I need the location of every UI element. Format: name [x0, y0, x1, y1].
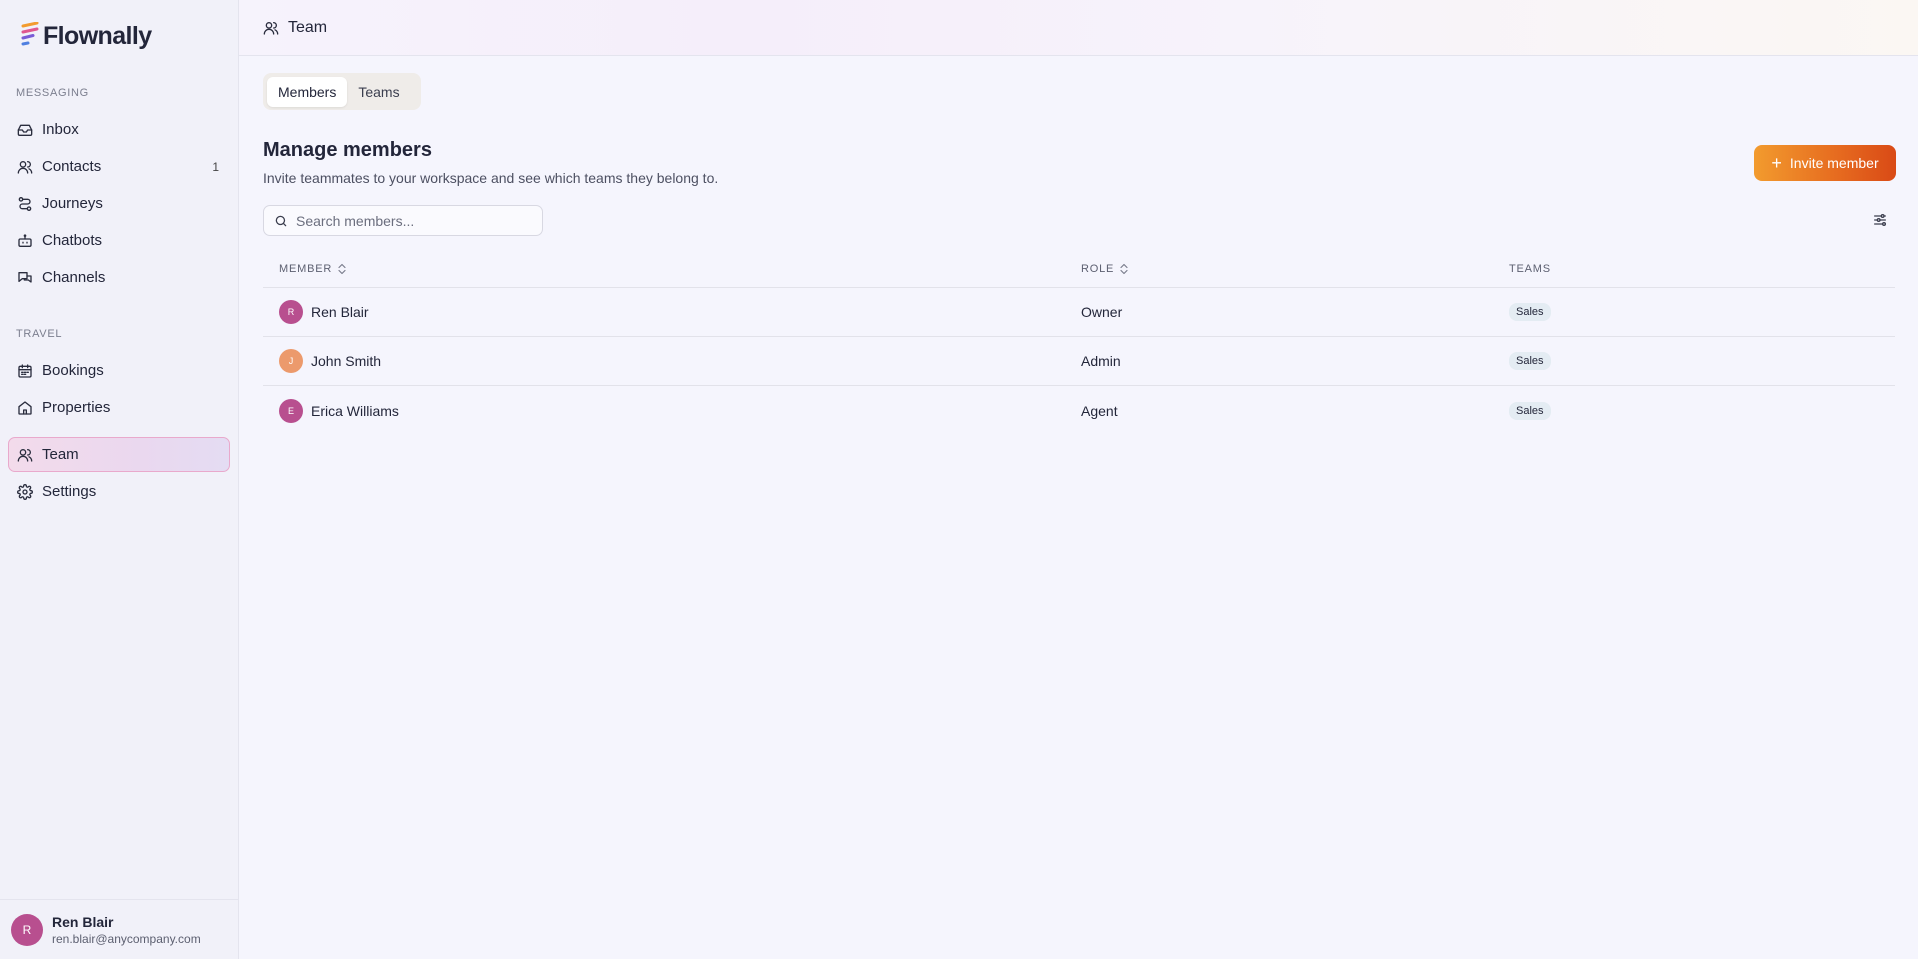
avatar: E	[279, 398, 303, 423]
member-role: Agent	[1081, 402, 1118, 419]
sort-icon[interactable]	[1119, 263, 1129, 275]
sidebar-item-inbox[interactable]: Inbox	[8, 112, 230, 147]
search-icon	[274, 214, 288, 228]
table-row[interactable]: J John Smith Admin Sales	[263, 337, 1895, 386]
team-badge: Sales	[1509, 303, 1551, 321]
sidebar-item-label: Chatbots	[42, 232, 103, 249]
member-role: Admin	[1081, 353, 1121, 369]
sidebar-item-contacts[interactable]: Contacts 1	[8, 149, 230, 184]
avatar: R	[11, 913, 43, 946]
user-name: Ren Blair	[52, 913, 114, 930]
member-name: Ren Blair	[311, 304, 369, 320]
sidebar-item-chatbots[interactable]: Chatbots	[8, 223, 230, 258]
contacts-count-badge: 1	[212, 159, 219, 174]
filter-settings-icon[interactable]	[1872, 212, 1888, 228]
gear-icon	[17, 483, 33, 500]
calendar-icon	[17, 363, 33, 379]
table-row[interactable]: R Ren Blair Owner Sales	[263, 288, 1895, 337]
table-header: MEMBER ROLE TEAMS	[263, 250, 1895, 288]
member-name: John Smith	[311, 353, 382, 369]
sidebar-item-label: Journeys	[42, 195, 103, 212]
invite-member-label: Invite member	[1789, 155, 1879, 171]
invite-member-button[interactable]: + Invite member	[1754, 145, 1896, 181]
user-profile[interactable]: R Ren Blair ren.blair@anycompany.com	[0, 899, 238, 959]
brand[interactable]: Flownally	[0, 0, 238, 72]
sidebar-item-properties[interactable]: Properties	[8, 390, 230, 425]
column-header-teams: TEAMS	[1509, 262, 1551, 275]
user-email: ren.blair@anycompany.com	[52, 931, 201, 946]
avatar: J	[279, 349, 303, 373]
bot-icon	[17, 233, 33, 249]
nav-section-messaging: MESSAGING	[16, 87, 89, 99]
sidebar-item-label: Inbox	[42, 121, 79, 138]
sidebar-item-label: Contacts	[42, 158, 102, 175]
column-header-role: ROLE	[1081, 262, 1115, 275]
sidebar-item-label: Bookings	[42, 362, 104, 379]
brand-name: Flownally	[43, 21, 152, 50]
sidebar-item-bookings[interactable]: Bookings	[8, 353, 230, 388]
home-icon	[17, 400, 33, 416]
topbar: Team	[239, 0, 1918, 56]
tab-bar: Members Teams	[263, 73, 421, 110]
column-header-member: MEMBER	[279, 262, 333, 275]
team-icon	[17, 447, 33, 463]
journey-icon	[17, 196, 33, 212]
sort-icon[interactable]	[337, 263, 347, 275]
team-badge: Sales	[1509, 401, 1551, 420]
search-input[interactable]	[296, 212, 516, 229]
page-breadcrumb: Team	[288, 18, 328, 36]
sidebar: Flownally MESSAGING Inbox Contacts 1 Jou…	[0, 0, 239, 959]
inbox-icon	[17, 122, 33, 138]
member-role: Owner	[1081, 304, 1123, 320]
table-row[interactable]: E Erica Williams Agent Sales	[263, 386, 1895, 435]
users-icon	[17, 159, 33, 175]
sidebar-item-label: Settings	[42, 483, 97, 500]
app: Flownally MESSAGING Inbox Contacts 1 Jou…	[0, 0, 1918, 959]
search-box[interactable]	[263, 205, 543, 236]
chat-icon	[17, 270, 33, 286]
plus-icon: +	[1771, 153, 1782, 173]
main-content: Team Members Teams Manage members Invite…	[239, 0, 1918, 959]
member-name: Erica Williams	[311, 402, 399, 419]
sidebar-item-label: Channels	[42, 269, 106, 286]
team-badge: Sales	[1509, 352, 1551, 370]
nav-section-travel: TRAVEL	[16, 328, 63, 340]
sidebar-item-team[interactable]: Team	[8, 437, 230, 472]
sidebar-item-label: Properties	[42, 399, 111, 416]
team-icon	[263, 20, 279, 36]
sidebar-item-settings[interactable]: Settings	[8, 474, 230, 509]
avatar: R	[279, 300, 303, 324]
page-subtitle: Invite teammates to your workspace and s…	[263, 170, 719, 186]
sidebar-item-journeys[interactable]: Journeys	[8, 186, 230, 221]
page-title: Manage members	[263, 139, 432, 161]
sidebar-item-label: Team	[42, 446, 79, 463]
members-table: MEMBER ROLE TEAMS R Ren Blair Owner Sale…	[263, 250, 1895, 435]
sidebar-item-channels[interactable]: Channels	[8, 260, 230, 295]
tab-teams[interactable]: Teams	[347, 77, 410, 107]
tab-members[interactable]: Members	[267, 76, 348, 107]
brand-logo-icon	[21, 22, 39, 46]
